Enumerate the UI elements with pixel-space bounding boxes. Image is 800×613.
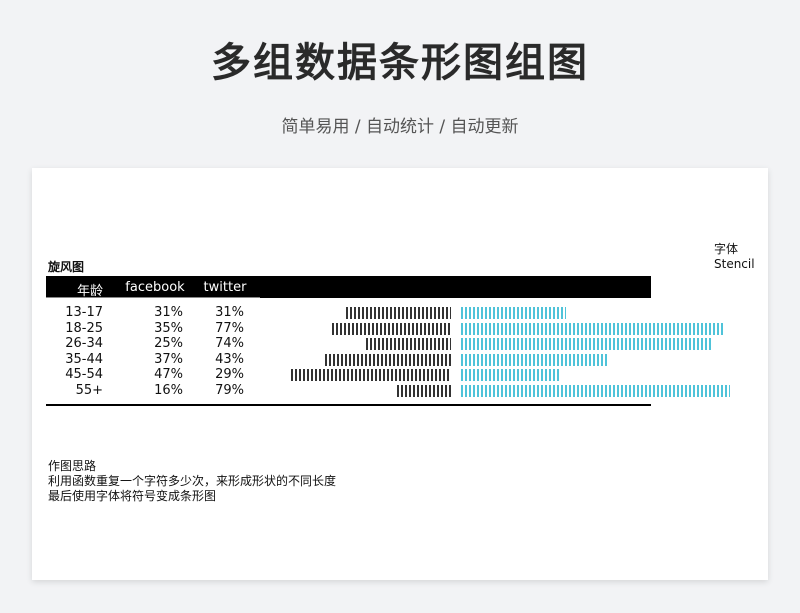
age-label: 35-44 [65,351,103,367]
facebook-value-label: 25% [154,336,183,352]
twitter-value-label: 43% [215,351,244,367]
twitter-value-label: 31% [215,305,244,320]
facebook-value-label: 37% [154,351,183,367]
notes-line-1: 利用函数重复一个字符多少次，来形成形状的不同长度 [48,474,337,488]
age-label: 18-25 [65,320,103,336]
header-twitter: twitter [203,280,247,295]
facebook-bar [345,307,451,319]
font-note-label: 字体 [714,242,739,256]
twitter-bar [461,338,713,351]
page-title: 多组数据条形图组图 [211,40,589,86]
twitter-value-label: 77% [215,320,244,336]
twitter-bar [461,385,730,397]
twitter-bar [461,307,567,319]
method-notes: 作图思路 利用函数重复一个字符多少次，来形成形状的不同长度 最后使用字体将符号变… [48,459,336,504]
age-label: 26-34 [65,336,103,352]
twitter-value-label: 29% [215,367,244,383]
facebook-value-label: 47% [154,367,183,383]
facebook-bar [396,385,451,397]
facebook-bar [325,353,451,366]
facebook-value-label: 16% [154,383,183,398]
age-label: 13-17 [65,305,103,320]
header-underline [46,297,260,298]
font-note-font-name: Stencil [714,257,755,271]
age-label: 55+ [75,383,103,398]
age-label: 45-54 [65,367,103,383]
twitter-value-label: 74% [215,336,244,352]
chart-title: 旋风图 [48,260,85,274]
facebook-value-label: 35% [154,320,183,336]
header-facebook: facebook [125,280,185,295]
facebook-bar [366,338,451,351]
table-bottom-rule [46,404,651,406]
notes-line-2: 最后使用字体将符号变成条形图 [48,489,217,503]
facebook-bar [291,369,451,382]
notes-heading: 作图思路 [48,459,97,473]
twitter-value-label: 79% [215,383,244,398]
twitter-bar [461,353,608,366]
page-subtitle: 简单易用 / 自动统计 / 自动更新 [281,117,519,137]
twitter-bar [461,322,723,335]
facebook-value-label: 31% [154,305,183,320]
font-note: 字体 Stencil [714,242,755,272]
twitter-bar [461,369,560,382]
facebook-bar [332,322,451,335]
